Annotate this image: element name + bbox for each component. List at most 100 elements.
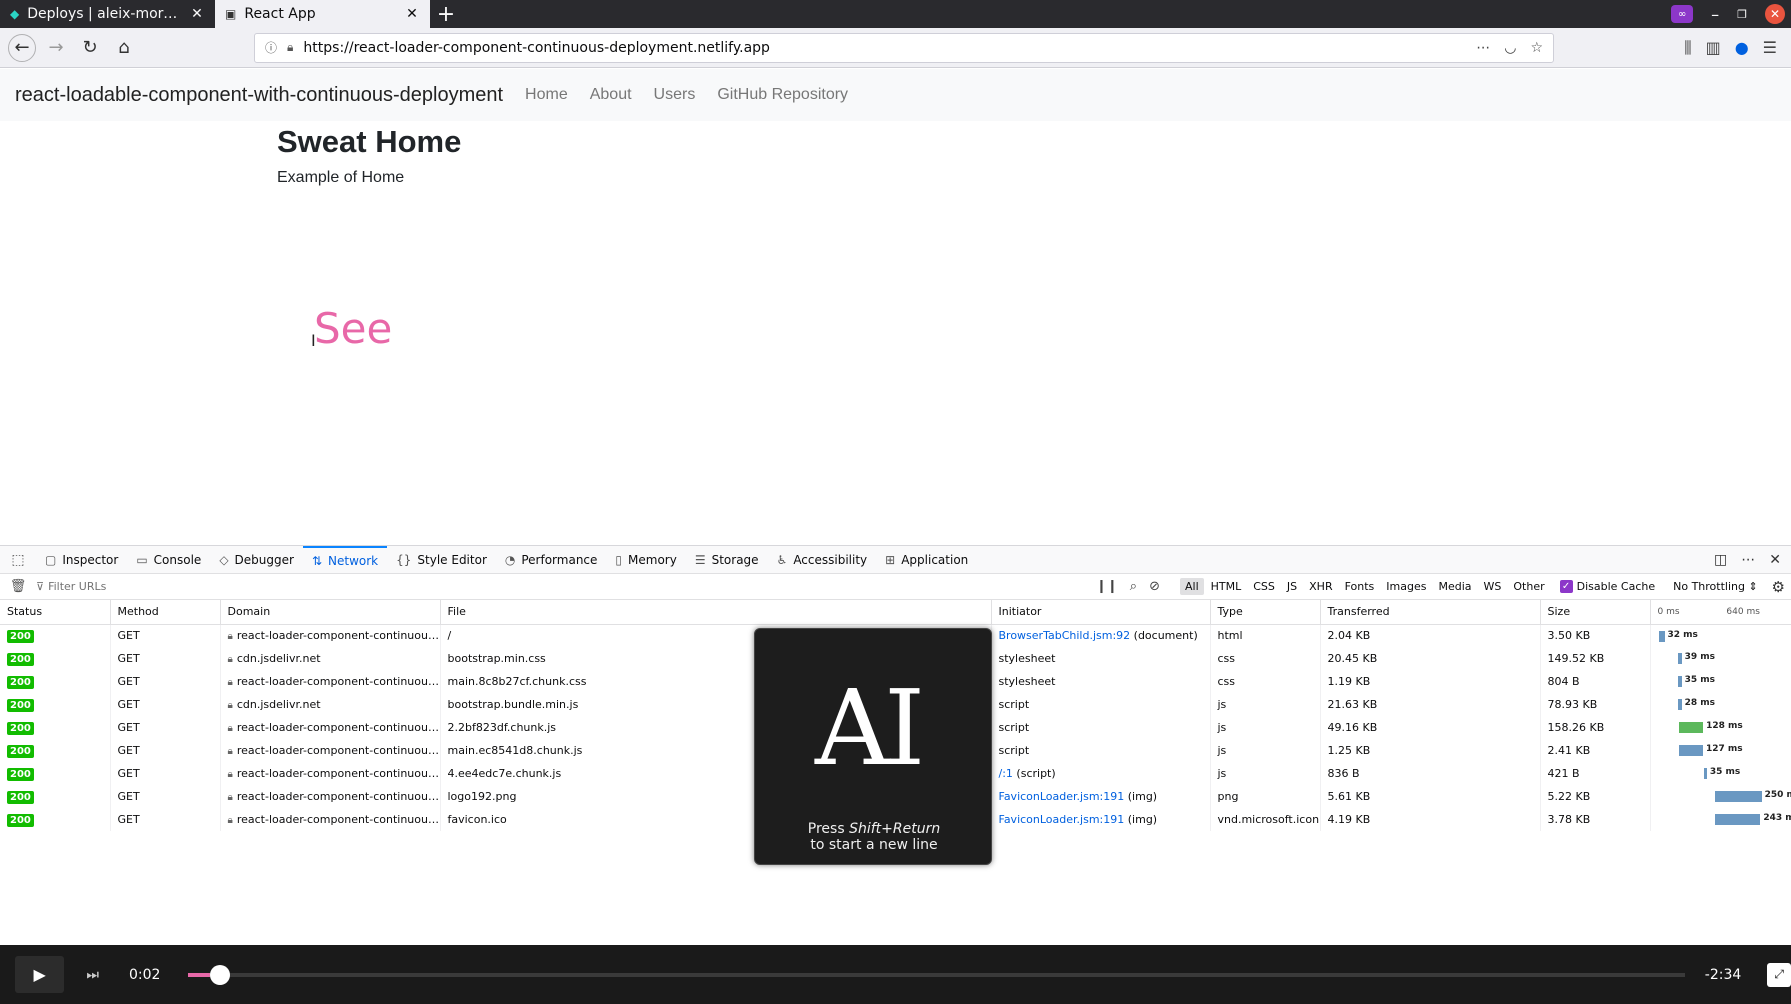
filter-js[interactable]: JS <box>1282 578 1302 595</box>
filter-html[interactable]: HTML <box>1206 578 1247 595</box>
filter-other[interactable]: Other <box>1508 578 1549 595</box>
cell-size: 421 B <box>1540 762 1651 785</box>
throttling-select[interactable]: No Throttling ⇕ <box>1673 580 1758 593</box>
clear-log-icon[interactable]: 🗑︎ <box>0 579 36 594</box>
col-status[interactable]: Status <box>0 600 111 625</box>
filter-all[interactable]: All <box>1179 578 1204 595</box>
nav-link-home[interactable]: Home <box>525 86 568 104</box>
tab-application[interactable]: ⊞ Application <box>876 546 977 574</box>
nav-link-about[interactable]: About <box>590 86 632 104</box>
filter-images[interactable]: Images <box>1381 578 1431 595</box>
tab-network[interactable]: ⇅ Network <box>302 545 388 574</box>
address-bar[interactable]: ⓘ 🔒︎ https://react-loader-component-cont… <box>254 32 1554 63</box>
col-type[interactable]: Type <box>1210 600 1321 625</box>
home-button[interactable]: ⌂ <box>110 34 138 62</box>
new-tab-button[interactable]: + <box>430 0 462 28</box>
skip-forward-icon[interactable]: ⏭ <box>86 967 99 983</box>
close-window-button[interactable]: ✕ <box>1765 4 1785 24</box>
tab-debugger[interactable]: ◇ Debugger <box>210 546 303 574</box>
initiator-text: (img) <box>1127 790 1158 803</box>
site-brand[interactable]: react-loadable-component-with-continuous… <box>15 84 503 107</box>
tab-accessibility[interactable]: ♿︎ Accessibility <box>768 546 877 574</box>
seek-handle[interactable] <box>209 964 230 985</box>
accessibility-icon: ♿︎ <box>776 552 788 567</box>
filter-urls-input[interactable]: ⊽ Filter URLs <box>36 580 1096 593</box>
nav-link-github[interactable]: GitHub Repository <box>717 86 848 104</box>
close-tab-icon[interactable]: ✕ <box>404 6 420 22</box>
cell-waterfall: 28 ms <box>1650 693 1791 716</box>
filter-fonts[interactable]: Fonts <box>1340 578 1380 595</box>
cell-initiator: script <box>991 716 1211 739</box>
col-domain[interactable]: Domain <box>220 600 441 625</box>
tab-storage[interactable]: ☰ Storage <box>686 546 768 574</box>
initiator-link[interactable]: BrowserTabChild.jsm:92 <box>999 629 1131 642</box>
gear-icon[interactable]: ⚙ <box>1772 578 1791 596</box>
site-info-icon[interactable]: ⓘ <box>265 39 277 56</box>
dock-toggle-icon[interactable]: ◫ <box>1714 552 1727 568</box>
tab-label: Console <box>153 552 202 567</box>
sidebar-icon[interactable]: ▥ <box>1706 38 1721 58</box>
element-picker-icon[interactable]: ⬚ <box>0 552 36 568</box>
size-text: 804 B <box>1547 675 1580 688</box>
col-method[interactable]: Method <box>110 600 221 625</box>
transferred-text: 21.63 KB <box>1327 698 1378 711</box>
tab-performance[interactable]: ◔ Performance <box>496 546 607 574</box>
forward-button[interactable]: → <box>42 34 70 62</box>
tab-console[interactable]: ▭ Console <box>127 546 210 574</box>
fullscreen-icon[interactable]: ⤢ <box>1767 962 1791 987</box>
account-icon[interactable]: ● <box>1735 38 1749 58</box>
col-initiator[interactable]: Initiator <box>991 600 1211 625</box>
cell-transferred: 1.19 KB <box>1320 670 1541 693</box>
cell-method: GET <box>110 693 221 716</box>
filter-placeholder: Filter URLs <box>48 580 107 593</box>
waterfall-time-label: 39 ms <box>1684 652 1715 662</box>
pocket-icon[interactable]: ◡ <box>1504 40 1516 56</box>
filter-ws[interactable]: WS <box>1479 578 1507 595</box>
disable-cache-toggle[interactable]: ✓ Disable Cache <box>1559 580 1655 593</box>
col-size[interactable]: Size <box>1540 600 1651 625</box>
browser-tab-react-app[interactable]: ▣ React App ✕ <box>215 0 430 28</box>
bookmark-star-icon[interactable]: ☆ <box>1530 40 1543 56</box>
close-devtools-icon[interactable]: ✕ <box>1769 552 1781 568</box>
see-text: See <box>314 304 393 353</box>
cell-method: GET <box>110 739 221 762</box>
restore-button[interactable]: ❐ <box>1737 8 1747 21</box>
hint-pre: Press <box>807 821 850 837</box>
cell-status: 200 <box>0 808 111 831</box>
window-controls: ∞ – ❐ ✕ <box>1671 0 1791 28</box>
col-transferred[interactable]: Transferred <box>1320 600 1541 625</box>
close-tab-icon[interactable]: ✕ <box>189 6 205 22</box>
tab-inspector[interactable]: ▢ Inspector <box>36 546 127 574</box>
library-icon[interactable]: ⫼ <box>1684 38 1691 58</box>
col-file[interactable]: File <box>440 600 992 625</box>
back-button[interactable]: ← <box>8 33 36 62</box>
seek-slider[interactable] <box>188 964 1685 985</box>
filter-xhr[interactable]: XHR <box>1304 578 1337 595</box>
initiator-text: (document) <box>1133 629 1198 643</box>
type-text: html <box>1217 629 1243 643</box>
cell-type: vnd.microsoft.icon <box>1210 808 1321 831</box>
devtools-menu-icon[interactable]: ⋯ <box>1741 552 1755 568</box>
tab-memory[interactable]: ▯ Memory <box>606 546 685 574</box>
page-actions-icon[interactable]: ⋯ <box>1476 40 1490 56</box>
cell-method: GET <box>110 670 221 693</box>
initiator-link[interactable]: FaviconLoader.jsm:191 <box>999 790 1125 803</box>
ai-logo: AI <box>815 667 925 789</box>
minimize-button[interactable]: – <box>1711 5 1719 24</box>
filter-media[interactable]: Media <box>1433 578 1476 595</box>
reload-button[interactable]: ↻ <box>76 34 104 62</box>
cell-transferred: 4.19 KB <box>1320 808 1541 831</box>
search-icon[interactable]: ⌕ <box>1130 579 1137 594</box>
block-icon[interactable]: ⊘ <box>1149 579 1160 594</box>
initiator-link[interactable]: FaviconLoader.jsm:191 <box>999 813 1125 826</box>
browser-tab-deploys[interactable]: ◆ Deploys | aleix-morgadas ✕ <box>0 0 215 28</box>
nav-link-users[interactable]: Users <box>654 86 696 104</box>
initiator-link[interactable]: /:1 <box>999 767 1013 780</box>
braces-icon: {} <box>396 552 412 567</box>
col-timeline[interactable]: 0 ms 640 ms <box>1650 600 1791 625</box>
tab-style-editor[interactable]: {} Style Editor <box>387 546 496 574</box>
filter-css[interactable]: CSS <box>1248 578 1280 595</box>
pause-icon[interactable]: ❙❙ <box>1096 579 1118 594</box>
play-button[interactable]: ▶ <box>15 956 65 993</box>
menu-icon[interactable]: ☰ <box>1763 38 1777 58</box>
